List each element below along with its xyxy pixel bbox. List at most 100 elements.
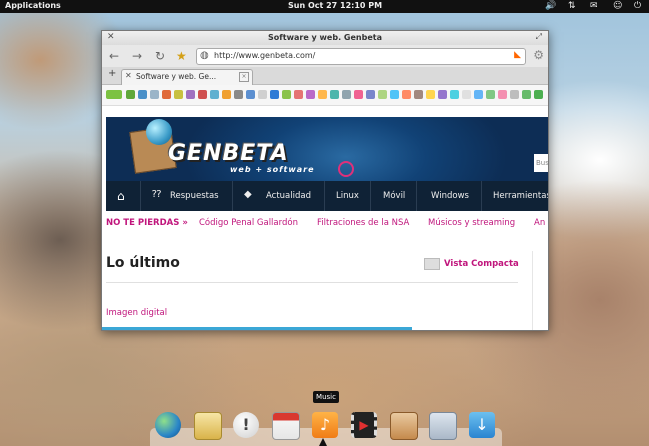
web-page: GENBETA web + software Bus ⌂ ⁇ Respuesta… xyxy=(102,106,548,330)
browser-window: ✕ Software y web. Genbeta ⤢ ← → ↻ ★ ◍ ht… xyxy=(101,30,549,331)
site-navigation-menu: ⌂ ⁇ Respuestas ◆ Actualidad Linux Móvil … xyxy=(106,181,548,211)
mail-icon[interactable]: ✉ xyxy=(590,0,598,13)
rss-icon[interactable]: ◣ xyxy=(514,50,521,60)
applications-menu[interactable]: Applications xyxy=(5,1,61,10)
globe-icon: ◍ xyxy=(200,50,209,61)
menu-item-linux[interactable]: Linux xyxy=(336,191,359,201)
mail-icon[interactable] xyxy=(194,412,222,440)
bookmark-icon[interactable] xyxy=(270,90,279,99)
trending-link[interactable]: Filtraciones de la NSA xyxy=(317,218,409,228)
video-icon[interactable]: ▶ xyxy=(351,412,377,438)
mouse-cursor-icon xyxy=(319,438,327,446)
bookmark-icon[interactable] xyxy=(282,90,291,99)
bookmark-icon[interactable] xyxy=(138,90,147,99)
category-link[interactable]: Imagen digital xyxy=(106,308,167,318)
tag-icon: ◆ xyxy=(244,189,252,200)
bookmark-icon[interactable] xyxy=(198,90,207,99)
window-title: Software y web. Genbeta xyxy=(268,33,382,42)
address-bar[interactable]: ◍ http://www.genbeta.com/ ◣ xyxy=(196,48,526,65)
url-text: http://www.genbeta.com/ xyxy=(214,51,316,60)
bookmark-icon[interactable] xyxy=(522,90,531,99)
window-titlebar[interactable]: ✕ Software y web. Genbeta ⤢ xyxy=(102,31,548,45)
bookmark-icon[interactable] xyxy=(210,90,219,99)
chat-icon[interactable]: ! xyxy=(233,412,259,438)
menu-divider xyxy=(324,181,325,211)
bookmark-icon[interactable] xyxy=(510,90,519,99)
bookmark-icon[interactable] xyxy=(246,90,255,99)
home-icon[interactable]: ⌂ xyxy=(117,189,125,203)
trending-link[interactable]: Código Penal Gallardón xyxy=(199,218,298,228)
tab-pin-icon[interactable]: × xyxy=(239,72,249,82)
bookmark-icon[interactable] xyxy=(126,90,135,99)
bookmark-icon[interactable] xyxy=(366,90,375,99)
bookmark-icon[interactable] xyxy=(450,90,459,99)
web-browser-icon[interactable] xyxy=(155,412,181,438)
bookmark-icon[interactable] xyxy=(174,90,183,99)
bookmark-icon[interactable] xyxy=(106,90,122,99)
bookmark-icon[interactable] xyxy=(306,90,315,99)
bookmark-icon[interactable] xyxy=(390,90,399,99)
menu-item-actualidad[interactable]: Actualidad xyxy=(266,191,311,201)
bookmark-icon[interactable] xyxy=(426,90,435,99)
question-icon: ⁇ xyxy=(152,189,162,200)
bookmark-icon[interactable] xyxy=(438,90,447,99)
gear-icon[interactable]: ⚙ xyxy=(533,48,544,62)
column-divider xyxy=(532,251,533,330)
swirl-logo-icon xyxy=(338,161,354,177)
photos-icon[interactable] xyxy=(390,412,418,440)
user-icon[interactable]: ☺ xyxy=(613,0,622,13)
site-logo[interactable]: GENBETA xyxy=(168,141,289,166)
bookmark-icon[interactable] xyxy=(534,90,543,99)
bookmark-icon[interactable] xyxy=(162,90,171,99)
bookmark-icon[interactable] xyxy=(474,90,483,99)
network-icon[interactable]: ⇅ xyxy=(568,0,576,13)
music-icon[interactable]: ♪ xyxy=(312,412,338,438)
menu-item-windows[interactable]: Windows xyxy=(431,191,469,201)
calendar-icon[interactable] xyxy=(272,412,300,440)
trending-link[interactable]: Músicos y streaming xyxy=(428,218,515,228)
bookmark-icon[interactable] xyxy=(414,90,423,99)
software-center-icon[interactable]: ↓ xyxy=(469,412,495,438)
bookmark-icon[interactable] xyxy=(318,90,327,99)
bookmark-icon[interactable] xyxy=(234,90,243,99)
bookmark-icon[interactable] xyxy=(462,90,471,99)
compact-view-link[interactable]: Vista Compacta xyxy=(444,259,519,269)
menu-item-respuestas[interactable]: Respuestas xyxy=(170,191,219,201)
bookmark-icon[interactable] xyxy=(342,90,351,99)
menu-divider xyxy=(481,181,482,211)
bookmark-icon[interactable] xyxy=(186,90,195,99)
volume-icon[interactable]: 🔊 xyxy=(545,0,556,13)
back-button[interactable]: ← xyxy=(109,49,119,63)
reload-button[interactable]: ↻ xyxy=(155,49,165,63)
site-header-banner: GENBETA web + software Bus xyxy=(106,117,548,181)
bookmark-icon[interactable] xyxy=(354,90,363,99)
search-input[interactable]: Bus xyxy=(534,154,548,172)
power-icon[interactable]: ⏻ xyxy=(634,0,641,13)
bookmarks-bar xyxy=(102,85,548,106)
new-tab-button[interactable]: + xyxy=(108,68,116,79)
bookmark-icon[interactable] xyxy=(330,90,339,99)
forward-button[interactable]: → xyxy=(132,49,142,63)
bookmark-icon[interactable] xyxy=(150,90,159,99)
trending-links-bar: NO TE PIERDAS » Código Penal Gallardón F… xyxy=(106,218,548,236)
trending-link[interactable]: An xyxy=(534,218,545,228)
clock[interactable]: Sun Oct 27 12:10 PM xyxy=(288,1,382,10)
bookmark-icon[interactable] xyxy=(486,90,495,99)
menu-item-movil[interactable]: Móvil xyxy=(383,191,405,201)
menu-item-herramientas[interactable]: Herramientas xyxy=(493,191,548,201)
divider xyxy=(106,282,518,283)
menu-divider xyxy=(232,181,233,211)
compact-view-icon[interactable] xyxy=(424,258,440,270)
bookmark-icon[interactable] xyxy=(498,90,507,99)
settings-icon[interactable] xyxy=(429,412,457,440)
bookmark-star-icon[interactable]: ★ xyxy=(176,49,187,63)
bookmark-icon[interactable] xyxy=(222,90,231,99)
bookmark-icon[interactable] xyxy=(258,90,267,99)
maximize-icon[interactable]: ⤢ xyxy=(536,32,542,42)
close-tab-icon[interactable]: ✕ xyxy=(125,71,132,80)
tab-genbeta[interactable]: ✕ Software y web. Ge... × xyxy=(121,69,253,85)
bookmark-icon[interactable] xyxy=(294,90,303,99)
bookmark-icon[interactable] xyxy=(378,90,387,99)
bookmark-icon[interactable] xyxy=(402,90,411,99)
menu-divider xyxy=(140,181,141,211)
